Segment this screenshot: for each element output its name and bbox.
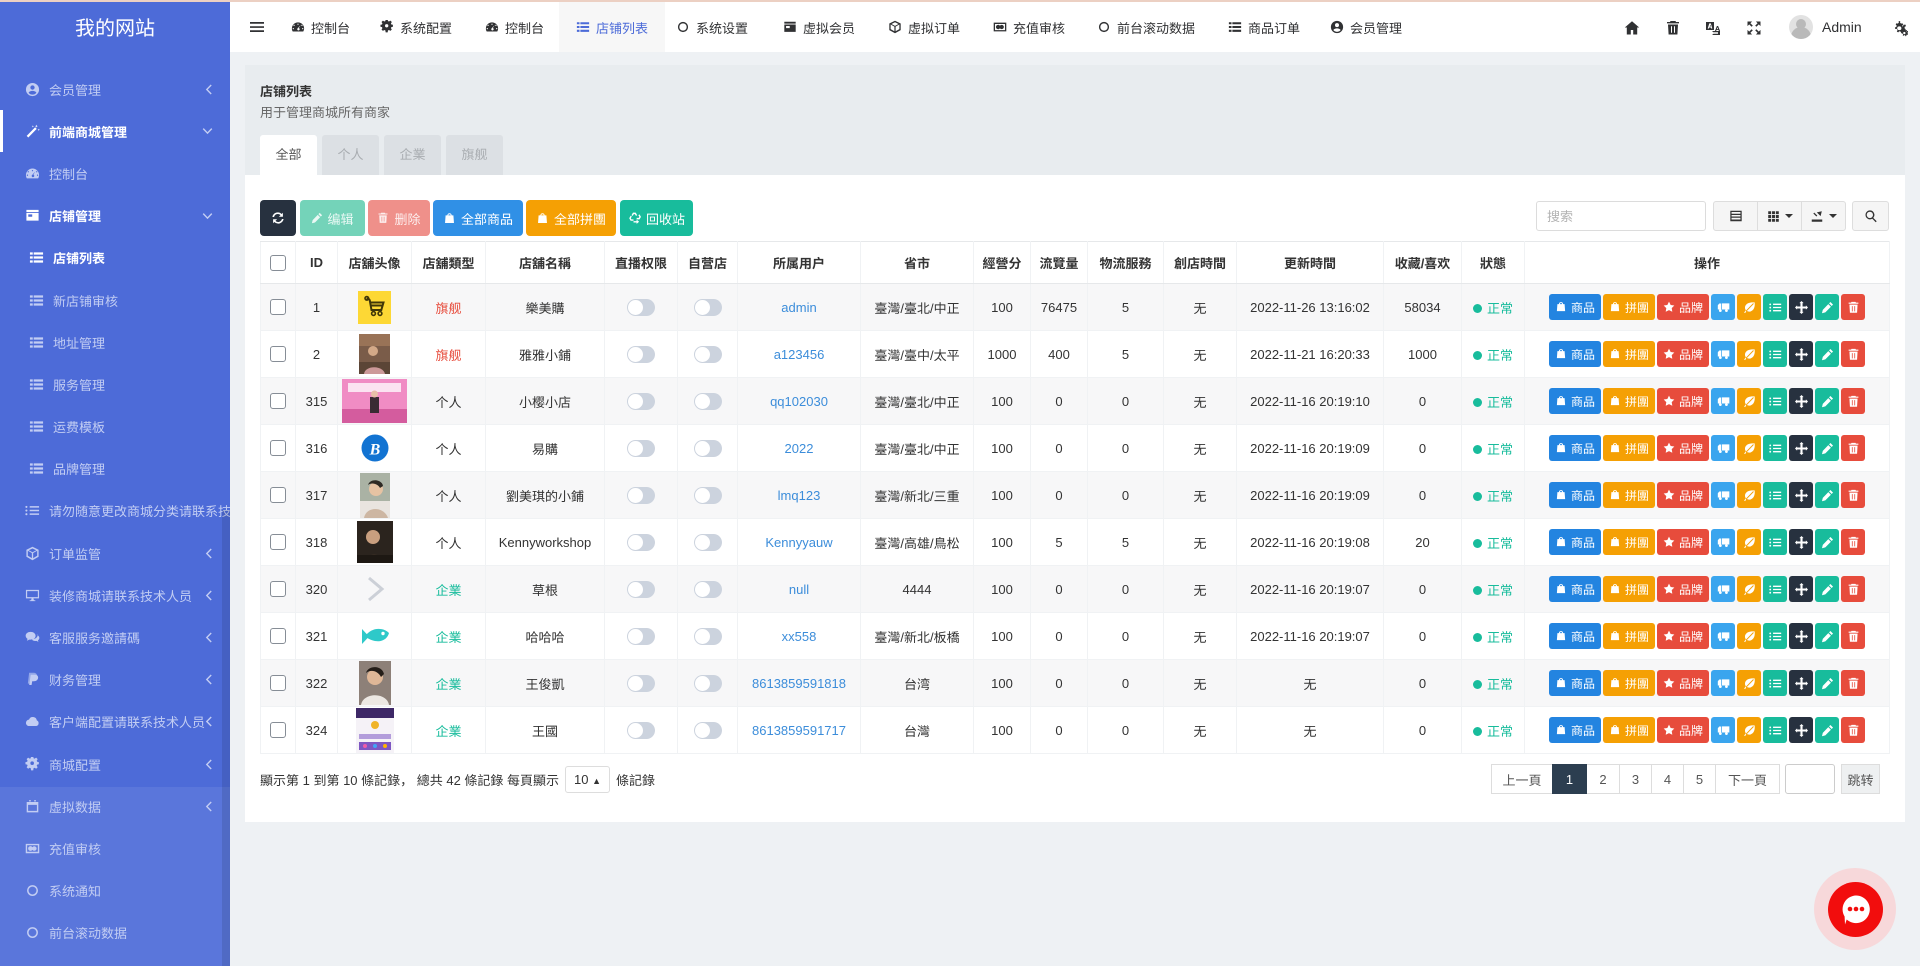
svg-text:B: B (368, 442, 380, 459)
